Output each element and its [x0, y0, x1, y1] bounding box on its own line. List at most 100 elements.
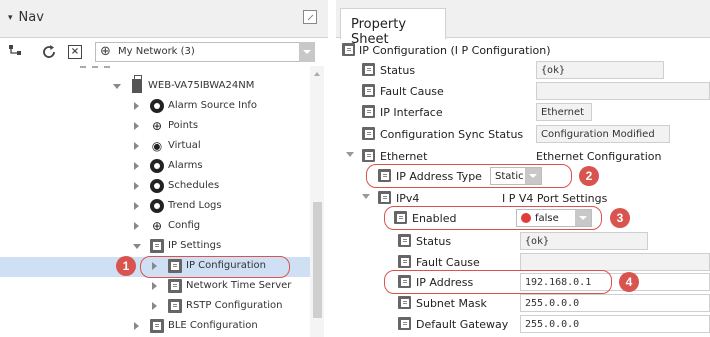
ipv4-status-value: {ok} [520, 232, 648, 250]
expand-icon[interactable] [134, 202, 139, 210]
nav-title-dropdown[interactable]: ▾ Nav [8, 10, 44, 25]
expand-icon[interactable] [134, 122, 139, 130]
tree-item-label: WEB-VA75IBWA24NM [148, 80, 255, 91]
tree-item-label: Points [168, 120, 199, 131]
status-label: Status [380, 64, 416, 77]
tree-view-icon[interactable] [8, 44, 24, 60]
expand-icon[interactable] [134, 142, 139, 150]
sheet-root-label: IP Configuration (I P Configuration) [359, 44, 551, 57]
tree-item[interactable]: Trend Logs [134, 197, 310, 217]
folder-icon [168, 279, 182, 293]
sheet-root-row[interactable]: IP Configuration (I P Configuration) [342, 40, 710, 61]
tree-item[interactable]: Alarm Source Info [134, 97, 310, 117]
ipv4-fault-cause-value [520, 253, 710, 271]
expand-icon[interactable] [134, 162, 139, 170]
fault-cause-label: Fault Cause [380, 85, 444, 98]
callout-ring-2 [366, 164, 572, 188]
expand-icon[interactable] [362, 194, 370, 199]
nav-title-label: Nav [18, 10, 44, 25]
station-icon [132, 75, 142, 93]
ipv4-fault-cause-label: Fault Cause [416, 256, 480, 269]
scroll-up-icon[interactable] [314, 72, 320, 76]
tab-property-sheet[interactable]: Property Sheet [340, 8, 446, 47]
tree-item[interactable]: ⊕ Points [134, 117, 310, 137]
fault-cause-value [536, 82, 710, 100]
tree-item-label: Config [168, 220, 201, 231]
collapse-icon[interactable] [113, 84, 121, 89]
status-row: Status {ok} [362, 60, 710, 81]
expand-icon[interactable] [134, 322, 139, 330]
ipv4-label: IPv4 [396, 192, 420, 205]
folder-icon [378, 191, 391, 204]
tree-item[interactable]: ◉ Virtual [134, 137, 310, 157]
property-icon [362, 63, 375, 76]
tree-item[interactable]: WEB-VA75IBWA24NM [113, 75, 310, 97]
config-icon: ⊕ [151, 219, 163, 233]
tree-item[interactable]: Alarms [134, 157, 310, 177]
callout-ring-4 [384, 270, 612, 294]
tree-item-label: Trend Logs [168, 200, 222, 211]
collapse-icon[interactable] [133, 244, 141, 249]
refresh-icon[interactable] [41, 44, 57, 60]
tree-item-label: Network Time Server [186, 280, 292, 291]
tree-item[interactable]: RSTP Configuration [152, 297, 310, 317]
tree-item[interactable]: BLE Configuration [134, 317, 310, 337]
config-sync-label: Configuration Sync Status [380, 128, 524, 141]
default-gateway-label: Default Gateway [416, 318, 509, 331]
tree-item-label: Schedules [168, 180, 220, 191]
folder-icon [342, 43, 355, 56]
virtual-icon: ◉ [151, 139, 163, 153]
nav-caret-icon: ▾ [8, 13, 13, 23]
alarms-icon [150, 159, 164, 173]
callout-badge-4: 4 [619, 272, 639, 292]
ipv4-value: I P V4 Port Settings [502, 192, 608, 205]
folder-icon [150, 319, 164, 333]
schedules-icon [150, 179, 164, 193]
close-icon[interactable]: × [68, 45, 82, 59]
expand-icon[interactable] [134, 182, 139, 190]
subnet-mask-field[interactable]: 255.0.0.0 [520, 294, 710, 312]
property-icon [398, 317, 411, 330]
tree-item[interactable]: Schedules [134, 177, 310, 197]
subnet-mask-row: Subnet Mask 255.0.0.0 [398, 293, 710, 314]
points-icon: ⊕ [151, 119, 163, 133]
property-icon [398, 255, 411, 268]
expand-icon[interactable] [152, 302, 157, 310]
callout-ring-1 [140, 256, 290, 278]
ethernet-label: Ethernet [380, 150, 428, 163]
folder-icon [168, 299, 182, 313]
expand-icon[interactable] [152, 282, 157, 290]
chevron-down-icon[interactable] [299, 42, 315, 62]
tree-item-label: IP Settings [168, 240, 222, 251]
ip-interface-label: IP Interface [380, 106, 443, 119]
nav-panel: ▾ Nav × ⊕ My Network (3) WEB-VA75IBWA24NM… [0, 0, 328, 337]
expand-icon[interactable] [134, 102, 139, 110]
property-icon [398, 296, 411, 309]
property-icon [362, 127, 375, 140]
callout-badge-2: 2 [579, 166, 599, 186]
tree-item[interactable]: IP Settings [133, 237, 310, 257]
ethernet-value: Ethernet Configuration [536, 150, 662, 163]
expand-icon[interactable] [134, 222, 139, 230]
status-value: {ok} [536, 61, 664, 79]
tree-item[interactable]: Network Time Server [152, 277, 310, 297]
ip-interface-value: Ethernet [536, 103, 592, 121]
expand-icon[interactable] [346, 152, 354, 157]
tree-item-label: Virtual [168, 140, 201, 151]
folder-icon [150, 239, 164, 253]
fault-cause-row: Fault Cause [362, 81, 710, 102]
callout-ring-3 [384, 206, 602, 230]
scroll-thumb[interactable] [313, 202, 322, 318]
callout-badge-1: 1 [116, 256, 136, 276]
nav-scrollbar[interactable] [310, 66, 324, 337]
default-gateway-field[interactable]: 255.0.0.0 [520, 315, 710, 333]
nav-header: ▾ Nav [0, 0, 328, 38]
network-select[interactable]: ⊕ My Network (3) [95, 42, 315, 62]
alarm-source-icon [150, 99, 164, 113]
config-sync-row: Configuration Sync Status Configuration … [362, 124, 710, 145]
maximize-icon[interactable] [303, 10, 317, 24]
trend-logs-icon [150, 199, 164, 213]
tree-item[interactable]: ⊕ Config [134, 217, 310, 237]
network-select-value: My Network (3) [118, 46, 195, 57]
globe-icon: ⊕ [100, 44, 111, 59]
